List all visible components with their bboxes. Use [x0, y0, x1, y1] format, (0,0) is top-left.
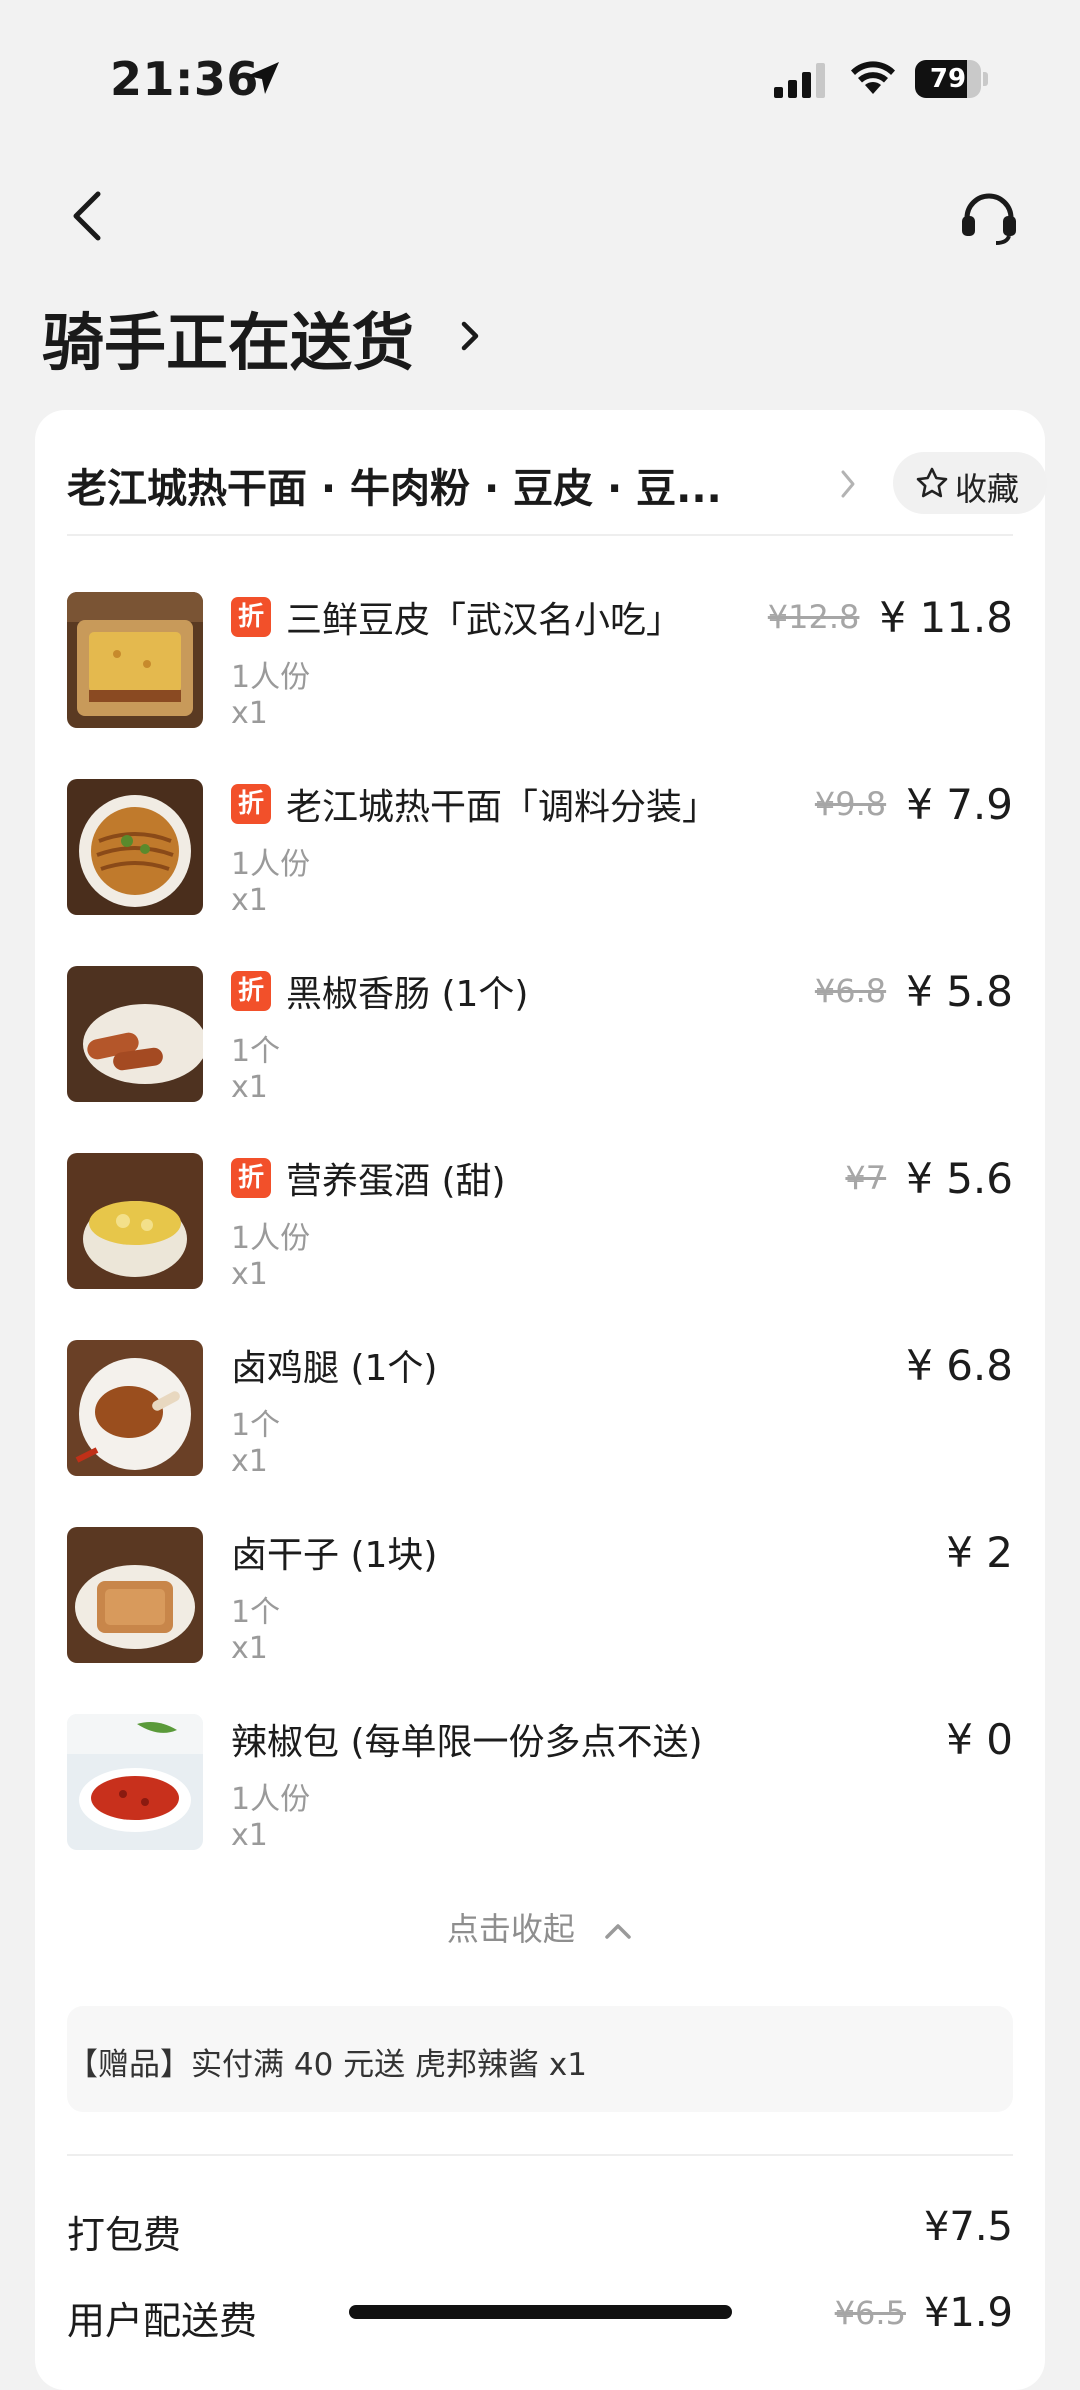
- status-time: 21:36: [110, 52, 259, 106]
- item-spec: 1人份: [231, 660, 311, 695]
- favorite-button[interactable]: 收藏: [893, 452, 1047, 514]
- item-thumbnail-chicken-leg: [67, 1340, 203, 1476]
- wifi-icon: [851, 61, 895, 94]
- shop-name[interactable]: 老江城热干面 · 牛肉粉 · 豆皮 · 豆...: [67, 456, 767, 514]
- fee-row-delivery: 用户配送费 ¥6.5 ¥1.9: [67, 2290, 1013, 2350]
- item-thumbnail-chili-pack: [67, 1714, 203, 1850]
- list-item[interactable]: 卤鸡腿 (1个) 1个 x1 ¥ 6.8: [67, 1340, 1013, 1490]
- item-price: ¥ 5.6: [906, 1153, 1013, 1203]
- list-item[interactable]: 折 营养蛋酒 (甜) 1人份 x1 ¥7 ¥ 5.6: [67, 1153, 1013, 1303]
- item-thumbnail-doupi: [67, 592, 203, 728]
- collapse-toggle[interactable]: 点击收起: [35, 1904, 1045, 1950]
- battery-level-text: 79: [929, 64, 967, 94]
- fee-value: ¥7.5: [923, 2204, 1013, 2250]
- list-item[interactable]: 折 黑椒香肠 (1个) 1个 x1 ¥6.8 ¥ 5.8: [67, 966, 1013, 1116]
- item-price: ¥ 7.9: [906, 779, 1013, 829]
- chevron-right-icon[interactable]: [839, 468, 857, 500]
- star-icon: [916, 467, 948, 498]
- fee-label: 打包费: [67, 2213, 182, 2257]
- discount-badge: 折: [231, 597, 271, 637]
- item-original-price: ¥7: [845, 1159, 887, 1197]
- fee-value: ¥1.9: [923, 2290, 1013, 2336]
- item-quantity: x1: [231, 1444, 268, 1479]
- item-original-price: ¥9.8: [814, 785, 887, 823]
- item-spec: 1人份: [231, 1221, 311, 1256]
- gift-text: 【赠品】实付满 40 元送 虎邦辣酱 x1: [67, 2047, 587, 2083]
- item-original-price: ¥6.8: [814, 972, 887, 1010]
- item-price: ¥ 0: [946, 1714, 1013, 1764]
- item-quantity: x1: [231, 696, 268, 731]
- fee-row-packaging: 打包费 ¥7.5: [67, 2204, 1013, 2264]
- item-original-price: ¥12.8: [767, 598, 860, 636]
- discount-badge: 折: [231, 1158, 271, 1198]
- battery-indicator: 79: [915, 60, 989, 98]
- item-name: 营养蛋酒 (甜): [286, 1161, 506, 1202]
- divider: [67, 534, 1013, 536]
- item-price: ¥ 2: [946, 1527, 1013, 1577]
- back-arrow-icon[interactable]: [64, 188, 110, 244]
- page-title[interactable]: 骑手正在送货: [42, 292, 414, 382]
- discount-badge: 折: [231, 971, 271, 1011]
- item-quantity: x1: [231, 1070, 268, 1105]
- item-thumbnail-sausage: [67, 966, 203, 1102]
- item-spec: 1人份: [231, 1782, 311, 1817]
- item-quantity: x1: [231, 1631, 268, 1666]
- list-item[interactable]: 折 老江城热干面「调料分装」 1人份 x1 ¥9.8 ¥ 7.9: [67, 779, 1013, 929]
- order-detail-card: 老江城热干面 · 牛肉粉 · 豆皮 · 豆... 收藏 折 三鲜豆皮「武汉名小吃…: [35, 410, 1047, 2390]
- item-thumbnail-dried-tofu: [67, 1527, 203, 1663]
- item-name: 卤鸡腿 (1个): [231, 1348, 438, 1389]
- list-item[interactable]: 卤干子 (1块) 1个 x1 ¥ 2: [67, 1527, 1013, 1677]
- item-spec: 1个: [231, 1408, 281, 1443]
- shop-header[interactable]: 老江城热干面 · 牛肉粉 · 豆皮 · 豆... 收藏: [67, 442, 1047, 526]
- divider: [67, 2154, 1013, 2156]
- list-item[interactable]: 折 三鲜豆皮「武汉名小吃」 1人份 x1 ¥12.8 ¥ 11.8: [67, 592, 1013, 742]
- gift-notice: 【赠品】实付满 40 元送 虎邦辣酱 x1: [67, 2006, 1013, 2112]
- chevron-up-icon: [605, 1924, 631, 1939]
- item-name: 卤干子 (1块): [231, 1535, 438, 1576]
- item-price: ¥ 11.8: [879, 592, 1013, 642]
- item-thumbnail-egg-wine: [67, 1153, 203, 1289]
- collapse-label: 点击收起: [446, 1910, 575, 1948]
- home-indicator[interactable]: [349, 2305, 732, 2319]
- item-spec: 1人份: [231, 847, 311, 882]
- fee-label: 用户配送费: [67, 2299, 258, 2343]
- item-name: 三鲜豆皮「武汉名小吃」: [286, 600, 683, 641]
- item-quantity: x1: [231, 1257, 268, 1292]
- item-price: ¥ 6.8: [906, 1340, 1013, 1390]
- item-spec: 1个: [231, 1595, 281, 1630]
- discount-badge: 折: [231, 784, 271, 824]
- list-item[interactable]: 辣椒包 (每单限一份多点不送) 1人份 x1 ¥ 0: [67, 1714, 1013, 1864]
- item-name: 辣椒包 (每单限一份多点不送): [231, 1722, 703, 1763]
- favorite-label: 收藏: [955, 470, 1020, 508]
- item-name: 黑椒香肠 (1个): [286, 974, 529, 1015]
- fee-original: ¥6.5: [834, 2294, 906, 2332]
- item-thumbnail-reganmian: [67, 779, 203, 915]
- status-bar: 21:36 79: [0, 0, 1080, 150]
- customer-service-headset-icon[interactable]: [958, 186, 1020, 246]
- chevron-right-icon[interactable]: [458, 318, 482, 354]
- item-spec: 1个: [231, 1034, 281, 1069]
- cellular-signal-icon: [774, 63, 825, 98]
- item-price: ¥ 5.8: [906, 966, 1013, 1016]
- location-arrow-icon: [247, 62, 279, 94]
- item-quantity: x1: [231, 883, 268, 918]
- item-quantity: x1: [231, 1818, 268, 1853]
- item-name: 老江城热干面「调料分装」: [286, 787, 719, 828]
